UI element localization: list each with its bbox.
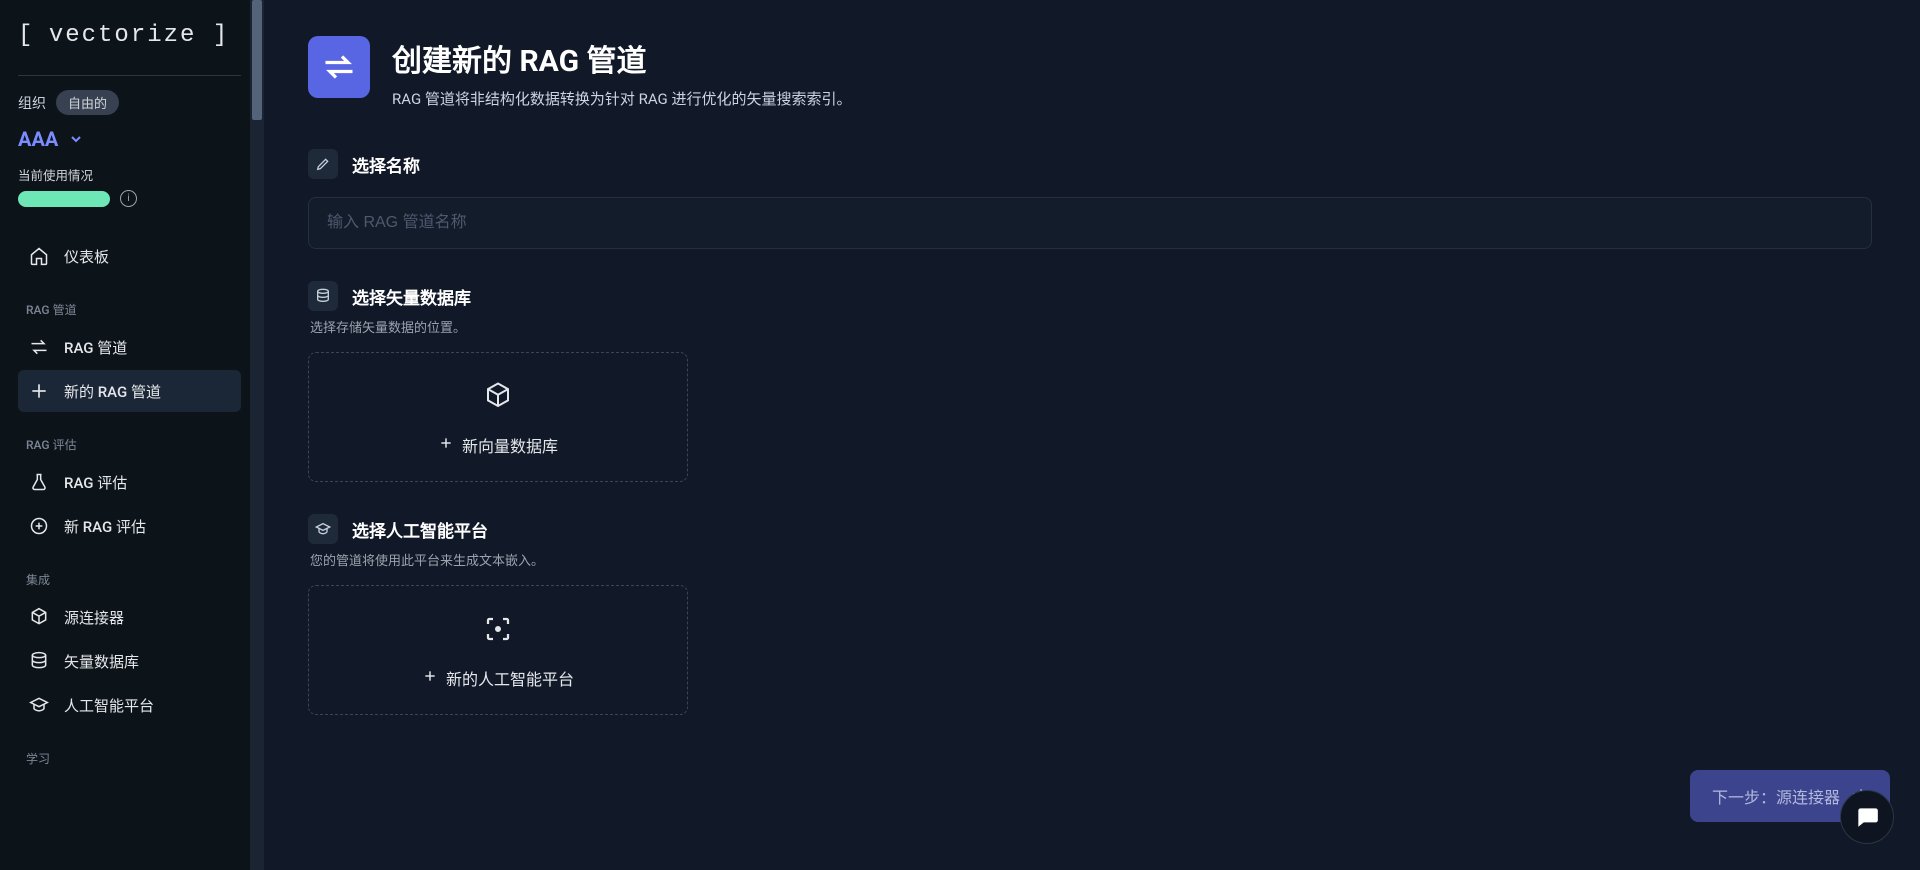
section-subtitle: 您的管道将使用此平台来生成文本嵌入。 [310, 550, 1872, 569]
main-content: 创建新的 RAG 管道 RAG 管道将非结构化数据转换为针对 RAG 进行优化的… [260, 0, 1920, 870]
org-plan-badge: 自由的 [56, 90, 119, 115]
nav-new-rag-eval[interactable]: 新 RAG 评估 [18, 505, 241, 547]
flask-icon [28, 471, 50, 493]
nav-dashboard[interactable]: 仪表板 [18, 235, 241, 277]
nav-new-rag-pipeline[interactable]: 新的 RAG 管道 [18, 370, 241, 412]
section-subtitle: 选择存储矢量数据的位置。 [310, 317, 1872, 336]
cube-icon [483, 381, 513, 415]
section-title: 选择矢量数据库 [352, 284, 471, 309]
chat-icon [1854, 804, 1880, 830]
scan-icon [483, 614, 513, 648]
org-selector[interactable]: AAA [18, 127, 241, 151]
nav-item-label: 新 RAG 评估 [64, 516, 146, 537]
org-label: 组织 [18, 93, 46, 113]
nav-item-label: 新的 RAG 管道 [64, 381, 161, 402]
nav-section-integration: 集成 [26, 571, 233, 588]
graduation-cap-icon [28, 694, 50, 716]
chevron-down-icon [68, 131, 84, 147]
brand-logo[interactable]: [ vectorize ] [18, 22, 241, 49]
divider [18, 75, 241, 76]
org-name: AAA [18, 127, 58, 151]
nav-item-label: 人工智能平台 [64, 695, 154, 716]
nav-item-label: RAG 评估 [64, 472, 127, 493]
page-subtitle: RAG 管道将非结构化数据转换为针对 RAG 进行优化的矢量搜索索引。 [392, 88, 852, 109]
plus-icon [422, 668, 438, 688]
graduation-cap-icon [308, 514, 338, 544]
nav-item-label: 仪表板 [64, 246, 109, 267]
nav-item-label: 矢量数据库 [64, 651, 139, 672]
nav-rag-pipelines[interactable]: RAG 管道 [18, 326, 241, 368]
usage-label: 当前使用情况 [18, 165, 241, 184]
plus-icon [438, 435, 454, 455]
add-card-label: 新向量数据库 [462, 433, 558, 457]
nav-rag-eval[interactable]: RAG 评估 [18, 461, 241, 503]
plus-circle-icon [28, 515, 50, 537]
section-ai-platform: 选择人工智能平台 您的管道将使用此平台来生成文本嵌入。 新的人工智能平台 [308, 514, 1872, 715]
add-vector-db-card[interactable]: 新向量数据库 [308, 352, 688, 482]
nav-section-learn: 学习 [26, 750, 233, 767]
add-card-label: 新的人工智能平台 [446, 666, 574, 690]
info-icon[interactable]: i [120, 190, 137, 207]
nav-section-eval: RAG 评估 [26, 436, 233, 453]
support-chat-button[interactable] [1840, 790, 1894, 844]
next-step-label: 下一步：源连接器 [1712, 784, 1840, 808]
nav-ai-platform[interactable]: 人工智能平台 [18, 684, 241, 726]
plus-icon [28, 380, 50, 402]
sidebar: [ vectorize ] 组织 自由的 AAA 当前使用情况 i 仪表板 RA… [0, 0, 260, 870]
pipeline-name-input[interactable] [308, 197, 1872, 249]
section-vector-db: 选择矢量数据库 选择存储矢量数据的位置。 新向量数据库 [308, 281, 1872, 482]
page-title: 创建新的 RAG 管道 [392, 36, 852, 80]
nav-source-connectors[interactable]: 源连接器 [18, 596, 241, 638]
nav-vector-db[interactable]: 矢量数据库 [18, 640, 241, 682]
nav-item-label: RAG 管道 [64, 337, 127, 358]
database-icon [308, 281, 338, 311]
cube-icon [28, 606, 50, 628]
database-icon [28, 650, 50, 672]
swap-icon [28, 336, 50, 358]
page-icon [308, 36, 370, 98]
usage-bar[interactable] [18, 191, 110, 207]
nav-section-pipelines: RAG 管道 [26, 301, 233, 318]
section-title: 选择人工智能平台 [352, 517, 488, 542]
nav-item-label: 源连接器 [64, 607, 124, 628]
section-title: 选择名称 [352, 152, 420, 177]
home-icon [28, 245, 50, 267]
pencil-icon [308, 149, 338, 179]
section-name: 选择名称 [308, 149, 1872, 249]
add-ai-platform-card[interactable]: 新的人工智能平台 [308, 585, 688, 715]
